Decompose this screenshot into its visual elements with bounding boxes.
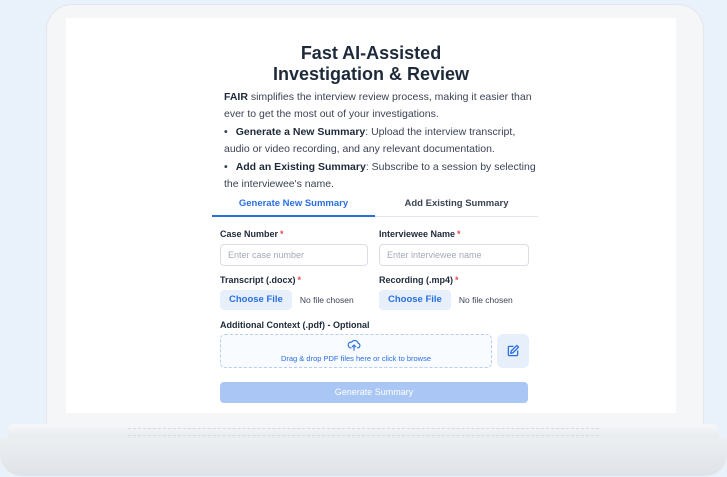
- transcript-file-input: Choose File No file chosen: [220, 290, 354, 310]
- page-title-line2: Investigation & Review: [272, 64, 470, 84]
- transcript-label-text: Transcript (.docx): [220, 275, 296, 285]
- interviewee-name-label-text: Interviewee Name: [379, 229, 456, 239]
- summary-tabs: Generate New Summary Add Existing Summar…: [212, 198, 538, 217]
- edit-icon: [507, 344, 520, 357]
- required-mark: *: [297, 275, 302, 285]
- cloud-upload-icon: [347, 339, 361, 351]
- bullet-existing: • Add an Existing Summary: Subscribe to a…: [224, 159, 540, 193]
- recording-choose-file-button[interactable]: Choose File: [379, 290, 451, 310]
- required-mark: *: [455, 275, 459, 285]
- case-number-label: Case Number *: [220, 229, 284, 239]
- app-screen: Fast AI-Assisted Investigation & Review …: [66, 18, 676, 413]
- transcript-label: Transcript (.docx) *: [220, 275, 301, 285]
- bullet-generate: • Generate a New Summary: Upload the inte…: [224, 124, 540, 158]
- brand-name: FAIR: [224, 91, 248, 103]
- recording-file-status: No file chosen: [458, 295, 513, 305]
- bullet-existing-title: Add an Existing Summary: [235, 161, 366, 173]
- pdf-dropzone[interactable]: Drag & drop PDF files here or click to b…: [220, 334, 492, 368]
- keyboard-hint: [128, 428, 599, 436]
- laptop-base-lip: [0, 438, 727, 476]
- transcript-file-status: No file chosen: [299, 295, 354, 305]
- additional-context-label: Additional Context (.pdf) - Optional: [220, 320, 370, 330]
- case-number-label-text: Case Number: [220, 229, 279, 239]
- recording-label: Recording (.mp4) *: [379, 275, 459, 285]
- bullet-dot: •: [224, 126, 228, 138]
- laptop-base: [0, 424, 727, 477]
- tab-add-existing-summary[interactable]: Add Existing Summary: [375, 198, 538, 215]
- bullet-dot: •: [224, 161, 228, 173]
- intro-paragraph: FAIR simplifies the interview review pro…: [224, 89, 540, 123]
- case-number-input[interactable]: [220, 244, 368, 266]
- dropzone-text: Drag & drop PDF files here or click to b…: [280, 354, 432, 363]
- generate-summary-button[interactable]: Generate Summary: [220, 382, 528, 403]
- recording-file-input: Choose File No file chosen: [379, 290, 513, 310]
- tab-generate-new-summary[interactable]: Generate New Summary: [212, 198, 375, 217]
- interviewee-name-label: Interviewee Name *: [379, 229, 461, 239]
- required-mark: *: [280, 229, 284, 239]
- intro-text: simplifies the interview review process,…: [224, 91, 532, 120]
- bullet-generate-title: Generate a New Summary: [235, 126, 366, 138]
- page-title-line1: Fast AI-Assisted: [300, 43, 442, 63]
- recording-label-text: Recording (.mp4): [379, 275, 454, 285]
- interviewee-name-input[interactable]: [379, 244, 529, 266]
- transcript-choose-file-button[interactable]: Choose File: [220, 290, 292, 310]
- required-mark: *: [457, 229, 461, 239]
- edit-button[interactable]: [497, 334, 529, 368]
